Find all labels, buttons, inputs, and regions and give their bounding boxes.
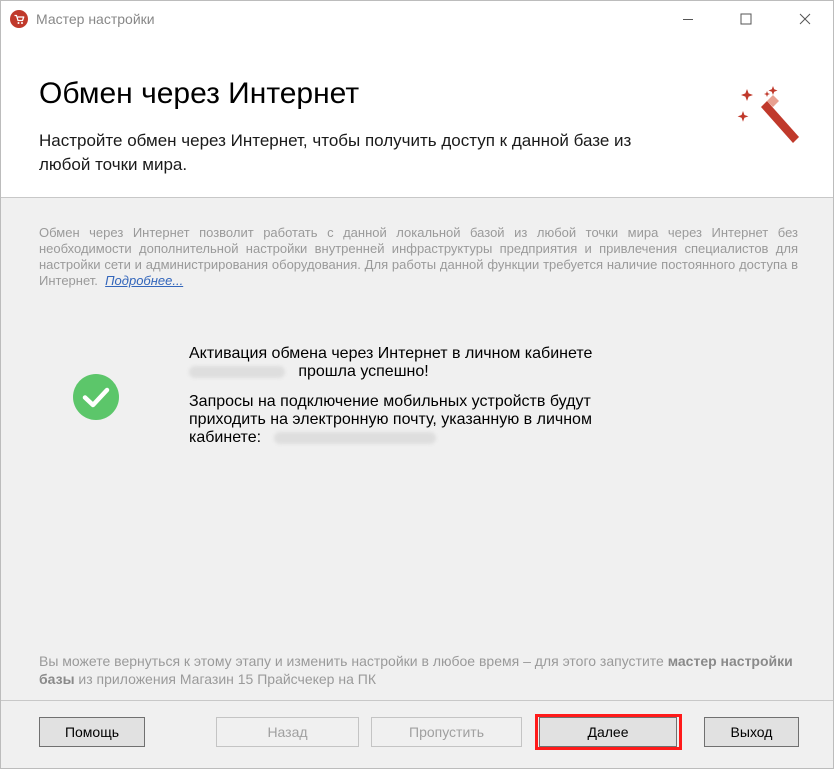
maximize-icon xyxy=(740,13,752,25)
title-bar[interactable]: Мастер настройки xyxy=(1,1,833,37)
exit-button[interactable]: Выход xyxy=(704,717,799,747)
email-redacted xyxy=(274,431,437,444)
setup-wizard-window: Мастер настройки Обмен через Интернет На… xyxy=(0,0,834,769)
window-title: Мастер настройки xyxy=(36,11,155,27)
status-line-2: прошла успешно! xyxy=(298,363,429,380)
close-button[interactable] xyxy=(782,1,828,37)
email-message: Запросы на подключение мобильных устройс… xyxy=(189,393,629,447)
page-title: Обмен через Интернет xyxy=(39,77,360,110)
info-description: Обмен через Интернет позволит работать с… xyxy=(39,225,798,289)
status-line-1: Активация обмена через Интернет в личном… xyxy=(189,345,593,362)
more-info-link[interactable]: Подробнее... xyxy=(105,273,183,288)
wizard-header: Обмен через Интернет Настройте обмен чер… xyxy=(1,37,833,198)
app-cart-icon xyxy=(10,10,28,28)
next-button[interactable]: Далее xyxy=(539,717,677,747)
page-subtitle: Настройте обмен через Интернет, чтобы по… xyxy=(39,131,632,174)
skip-button[interactable]: Пропустить xyxy=(371,717,522,747)
footer-note: Вы можете вернуться к этому этапу и изме… xyxy=(39,652,799,688)
help-button[interactable]: Помощь xyxy=(39,717,145,747)
back-button[interactable]: Назад xyxy=(216,717,359,747)
minimize-icon xyxy=(683,19,693,20)
button-bar-divider xyxy=(1,700,833,701)
account-name-redacted xyxy=(189,365,285,378)
close-icon xyxy=(799,13,811,25)
status-message: Активация обмена через Интернет в личном… xyxy=(189,345,629,381)
magic-wand-icon xyxy=(737,86,799,143)
activation-status: Активация обмена через Интернет в личном… xyxy=(189,345,629,447)
minimize-button[interactable] xyxy=(665,1,711,37)
success-check-icon xyxy=(73,374,119,420)
footer-text-before: Вы можете вернуться к этому этапу и изме… xyxy=(39,653,668,669)
maximize-button[interactable] xyxy=(723,1,769,37)
footer-text-after: из приложения Магазин 15 Прайсчекер на П… xyxy=(74,671,376,687)
